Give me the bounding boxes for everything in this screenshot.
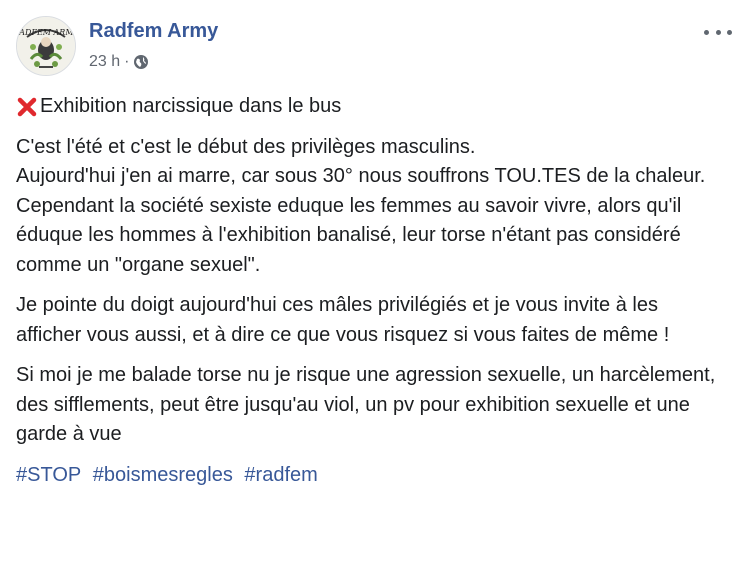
author-name[interactable]: Radfem Army: [89, 20, 218, 43]
post-header: RADFEM ARMY Radfem Army 23 h ·: [16, 16, 734, 80]
hashtag-link[interactable]: #boismesregles: [93, 464, 233, 486]
post-meta: 23 h ·: [89, 52, 149, 72]
post-title-text: Exhibition narcissique dans le bus: [40, 95, 342, 117]
meta-separator: ·: [124, 53, 130, 70]
hashtag-link[interactable]: #radfem: [244, 464, 317, 486]
globe-icon[interactable]: [133, 54, 149, 70]
hashtags: #STOP #boismesregles #radfem: [16, 461, 728, 491]
paragraph: Je pointe du doigt aujourd'hui ces mâles…: [16, 291, 728, 350]
avatar[interactable]: RADFEM ARMY: [16, 16, 76, 76]
cross-mark-icon: [16, 96, 38, 118]
hashtag-link[interactable]: #STOP: [16, 464, 81, 486]
more-options-icon[interactable]: [704, 26, 732, 38]
text-line: Je pointe du doigt aujourd'hui ces mâles…: [16, 294, 670, 346]
svg-text:RADFEM ARMY: RADFEM ARMY: [17, 28, 75, 37]
facebook-post: RADFEM ARMY Radfem Army 23 h ·: [0, 0, 750, 562]
text-line: C'est l'été et c'est le début des privil…: [16, 135, 476, 158]
radfem-army-logo: RADFEM ARMY: [17, 17, 75, 75]
text-line: Si moi je me balade torse nu je risque u…: [16, 364, 716, 445]
post-timestamp[interactable]: 23 h: [89, 53, 120, 71]
paragraph: C'est l'été et c'est le début des privil…: [16, 133, 728, 281]
post-body: Exhibition narcissique dans le bus C'est…: [16, 92, 728, 501]
paragraph: Si moi je me balade torse nu je risque u…: [16, 361, 728, 450]
text-line: Aujourd'hui j'en ai marre, car sous 30° …: [16, 165, 706, 187]
text-line: Cependant la société sexiste eduque les …: [16, 194, 682, 276]
post-title: Exhibition narcissique dans le bus: [16, 92, 728, 122]
